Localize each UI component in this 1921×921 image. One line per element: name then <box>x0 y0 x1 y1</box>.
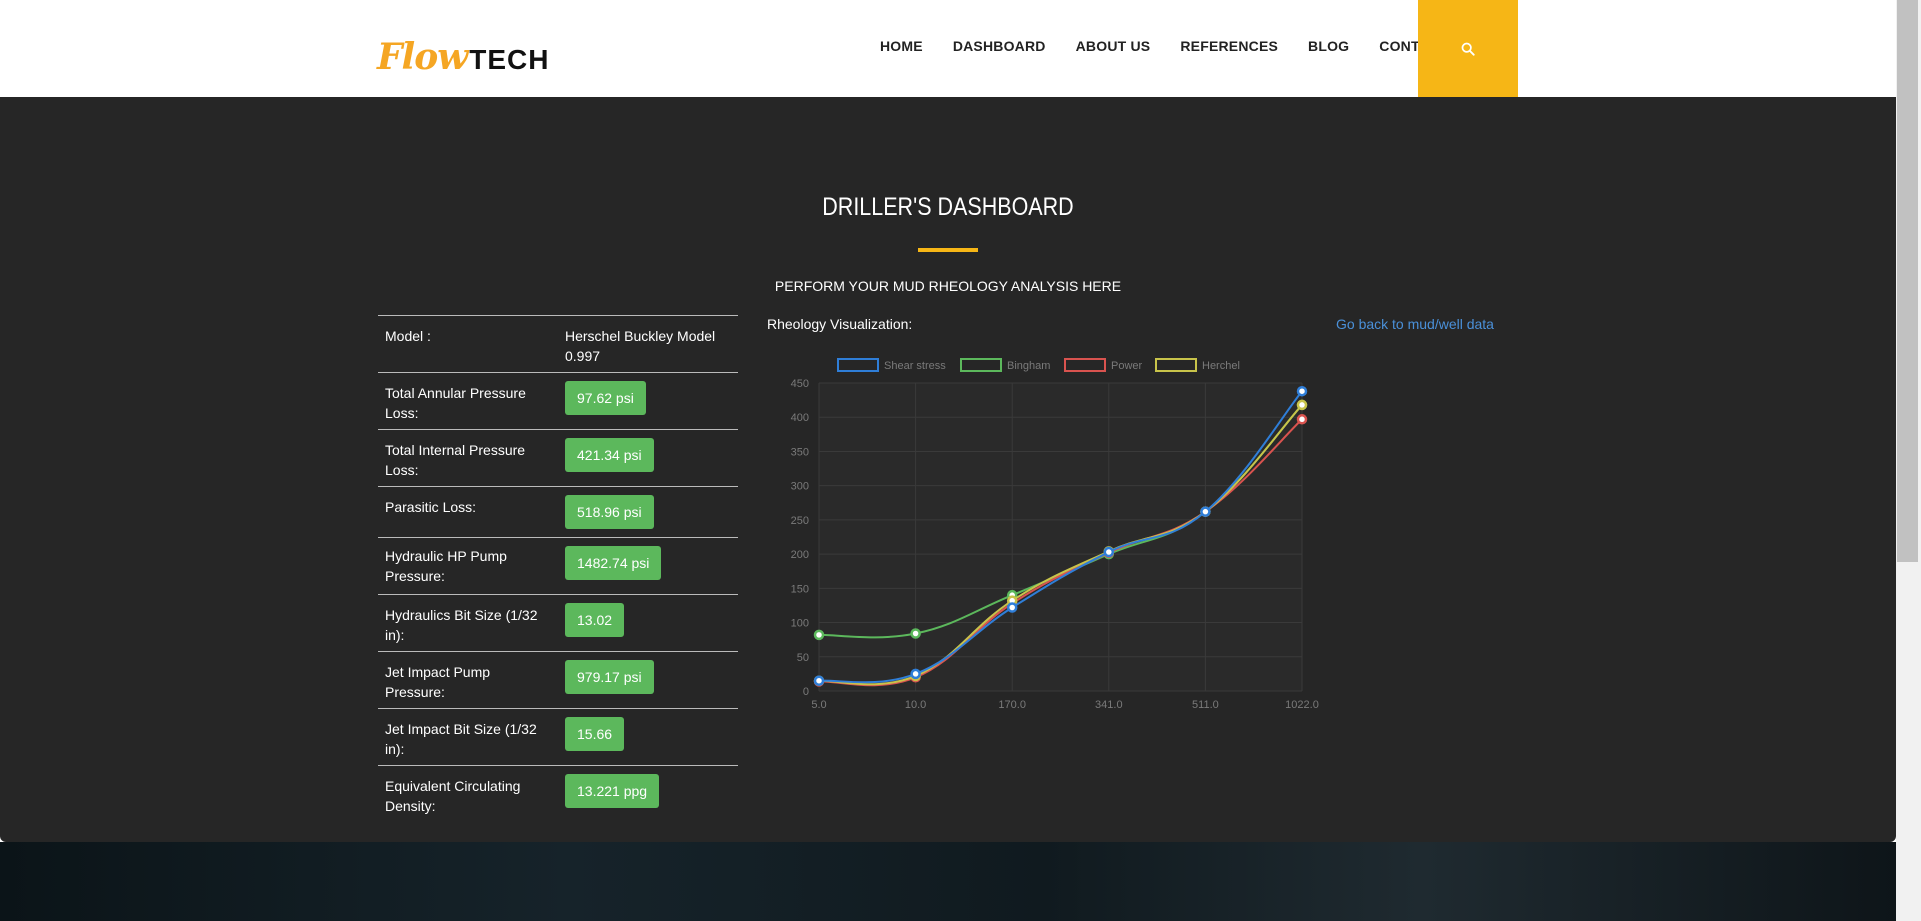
y-tick-label: 200 <box>791 549 809 561</box>
model-value: Herschel Buckley Model 0.997 <box>565 328 716 364</box>
x-tick-label: 341.0 <box>1095 699 1123 711</box>
legend-swatch <box>1064 358 1106 372</box>
y-tick-label: 100 <box>791 618 809 630</box>
data-point <box>1200 506 1211 517</box>
logo-flow-text: Flow <box>377 36 468 78</box>
y-tick-label: 300 <box>791 481 809 493</box>
legend-swatch <box>960 358 1002 372</box>
y-tick-label: 400 <box>791 412 809 424</box>
row-label: Jet Impact Bit Size (1/32 in): <box>385 721 537 757</box>
rheology-line-chart: 0 50 100 150 200 250 300 350 400 450 5.0 10.0 170.0 3… <box>791 358 1319 711</box>
flowtech-logo[interactable]: Flow TECH <box>377 36 550 78</box>
rheology-visualization-label: Rheology Visualization: <box>767 316 913 332</box>
nav-dashboard[interactable]: DASHBOARD <box>953 38 1046 54</box>
main-nav: HOME DASHBOARD ABOUT US REFERENCES BLOG … <box>880 38 1478 54</box>
title-underline <box>918 248 978 252</box>
y-tick-label: 0 <box>803 686 809 698</box>
y-tick-label: 450 <box>791 378 809 390</box>
nav-blog[interactable]: BLOG <box>1308 38 1349 54</box>
data-point <box>1296 414 1308 425</box>
table-row: Parasitic Loss: 518.96 psi <box>378 487 738 538</box>
y-tick-label: 50 <box>797 652 809 664</box>
footer-background-image <box>0 842 1896 921</box>
x-tick-label: 511.0 <box>1192 699 1219 711</box>
value-badge: 518.96 psi <box>565 495 654 529</box>
x-tick-label: 5.0 <box>811 699 826 711</box>
search-icon <box>1461 42 1475 56</box>
data-point <box>910 628 921 639</box>
row-label: Total Annular Pressure Loss: <box>385 385 526 421</box>
page-subtitle: PERFORM YOUR MUD RHEOLOGY ANALYSIS HERE <box>774 278 1122 294</box>
data-point <box>1103 546 1115 558</box>
legend-label: Herchel <box>1202 360 1240 372</box>
table-row: Hydraulics Bit Size (1/32 in): 13.02 <box>378 595 738 652</box>
page-title: DRILLER'S DASHBOARD <box>822 193 1074 221</box>
table-row: Equivalent Circulating Density: 13.221 p… <box>378 766 738 823</box>
y-tick-label: 350 <box>791 446 809 458</box>
nav-home[interactable]: HOME <box>880 38 923 54</box>
row-label: Equivalent Circulating Density: <box>385 778 521 814</box>
row-label: Jet Impact Pump Pressure: <box>385 664 491 700</box>
legend-swatch <box>1155 358 1197 372</box>
row-label: Hydraulic HP Pump Pressure: <box>385 548 507 584</box>
value-badge: 979.17 psi <box>565 660 654 694</box>
site-header: Flow TECH HOME DASHBOARD ABOUT US REFERE… <box>0 0 1921 97</box>
legend-label: Shear stress <box>884 360 946 372</box>
x-tick-label: 1022.0 <box>1285 699 1319 711</box>
table-row-model: Model : Herschel Buckley Model 0.997 <box>378 316 738 373</box>
back-to-mud-well-data-link[interactable]: Go back to mud/well data <box>1336 316 1494 332</box>
data-point <box>1296 399 1308 411</box>
data-point <box>910 668 921 680</box>
search-button[interactable] <box>1418 0 1518 97</box>
model-label: Model : <box>385 328 431 344</box>
table-row: Hydraulic HP Pump Pressure: 1482.74 psi <box>378 538 738 595</box>
plot-area <box>819 383 1302 691</box>
data-point <box>1296 385 1308 397</box>
y-tick-label: 250 <box>791 515 809 527</box>
row-label: Hydraulics Bit Size (1/32 in): <box>385 607 538 643</box>
table-row: Jet Impact Pump Pressure: 979.17 psi <box>378 652 738 709</box>
table-row: Jet Impact Bit Size (1/32 in): 15.66 <box>378 709 738 766</box>
data-point <box>1006 602 1018 613</box>
x-tick-label: 170.0 <box>998 699 1026 711</box>
nav-about-us[interactable]: ABOUT US <box>1076 38 1151 54</box>
value-badge: 1482.74 psi <box>565 546 662 580</box>
results-table: Model : Herschel Buckley Model 0.997 Tot… <box>378 315 738 823</box>
legend-label: Bingham <box>1007 360 1050 372</box>
logo-tech-text: TECH <box>469 44 550 75</box>
data-point <box>813 675 825 686</box>
data-point <box>813 629 825 641</box>
scrollbar-thumb[interactable] <box>1897 0 1918 562</box>
legend-swatch <box>837 358 879 372</box>
x-tick-label: 10.0 <box>905 699 926 711</box>
value-badge: 13.02 <box>565 603 625 637</box>
table-row: Total Annular Pressure Loss: 97.62 psi <box>378 373 738 430</box>
row-label: Parasitic Loss: <box>385 499 477 515</box>
row-label: Total Internal Pressure Loss: <box>385 442 526 478</box>
y-tick-label: 150 <box>791 583 809 595</box>
value-badge: 13.221 ppg <box>565 774 660 808</box>
value-badge: 97.62 psi <box>565 381 646 415</box>
value-badge: 15.66 <box>565 717 625 751</box>
legend-label: Power <box>1111 360 1143 372</box>
nav-references[interactable]: REFERENCES <box>1180 38 1278 54</box>
table-row: Total Internal Pressure Loss: 421.34 psi <box>378 430 738 487</box>
value-badge: 421.34 psi <box>565 438 654 472</box>
